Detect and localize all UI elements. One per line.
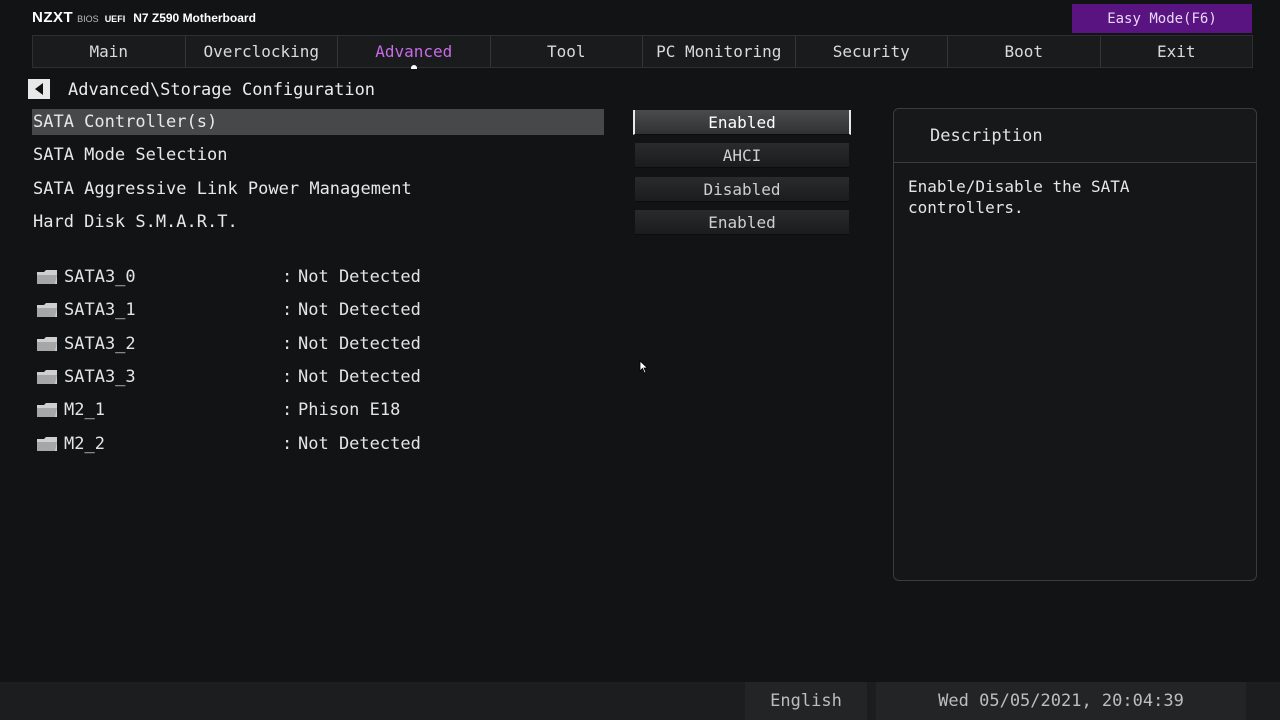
drive-row: SATA3_1 : Not Detected: [36, 298, 421, 322]
drive-name: SATA3_0: [64, 267, 136, 287]
setting-sata-controllers[interactable]: SATA Controller(s): [32, 109, 604, 135]
breadcrumb: Advanced\Storage Configuration: [68, 80, 376, 100]
brand-header: NZXT BIOS UEFI N7 Z590 Motherboard: [32, 9, 256, 27]
tab-advanced[interactable]: Advanced: [338, 36, 491, 69]
tab-tool[interactable]: Tool: [491, 36, 643, 67]
drive-row: M2_2 : Not Detected: [36, 432, 421, 456]
setting-sata-mode-selection[interactable]: SATA Mode Selection: [32, 142, 604, 168]
folder-icon: [36, 436, 58, 452]
drive-name: SATA3_2: [64, 334, 136, 354]
drive-separator: :: [282, 267, 293, 287]
tab-label: Main: [89, 42, 129, 61]
drive-name: SATA3_1: [64, 300, 136, 320]
tab-boot[interactable]: Boot: [948, 36, 1101, 67]
drive-separator: :: [282, 367, 293, 387]
main-tabs: Main Overclocking Advanced Tool PC Monit…: [32, 35, 1253, 69]
folder-icon: [36, 269, 58, 285]
folder-icon: [36, 336, 58, 352]
tab-security[interactable]: Security: [796, 36, 948, 67]
uefi-label: UEFI: [104, 14, 126, 24]
setting-sata-aggressive-link-power[interactable]: SATA Aggressive Link Power Management: [32, 176, 604, 202]
tab-label: PC Monitoring: [656, 42, 782, 61]
tab-label: Overclocking: [203, 42, 320, 61]
tab-overclocking[interactable]: Overclocking: [186, 36, 338, 67]
drive-name: M2_2: [64, 434, 105, 454]
active-tab-indicator: [410, 65, 417, 69]
setting-label: SATA Controller(s): [33, 112, 218, 132]
drive-separator: :: [282, 334, 293, 354]
sata-mode-value-button[interactable]: AHCI: [635, 143, 849, 168]
back-button[interactable]: [28, 79, 50, 99]
description-title: Description: [894, 109, 1256, 163]
motherboard-model: N7 Z590 Motherboard: [133, 11, 256, 25]
drive-status: Not Detected: [298, 334, 421, 354]
folder-icon: [36, 369, 58, 385]
folder-icon: [36, 302, 58, 318]
drive-name: SATA3_3: [64, 367, 136, 387]
tab-label: Exit: [1156, 42, 1196, 61]
drive-separator: :: [282, 300, 293, 320]
folder-icon: [36, 402, 58, 418]
drive-row: SATA3_3 : Not Detected: [36, 365, 421, 389]
tab-label: Tool: [546, 42, 586, 61]
back-arrow-icon: [35, 83, 43, 95]
drive-status: Not Detected: [298, 267, 421, 287]
setting-label: SATA Mode Selection: [33, 145, 228, 165]
tab-main[interactable]: Main: [33, 36, 186, 67]
drive-status: Not Detected: [298, 367, 421, 387]
tab-label: Advanced: [375, 42, 453, 61]
mouse-cursor-icon: [639, 359, 649, 378]
tab-label: Security: [832, 42, 910, 61]
status-bar: English Wed 05/05/2021, 20:04:39: [0, 682, 1280, 720]
drive-separator: :: [282, 434, 293, 454]
bios-label: BIOS: [77, 14, 99, 24]
drive-status: Phison E18: [298, 400, 401, 420]
drive-row: M2_1 : Phison E18: [36, 398, 400, 422]
drive-name: M2_1: [64, 400, 105, 420]
drive-status: Not Detected: [298, 434, 421, 454]
hdd-smart-value-button[interactable]: Enabled: [635, 210, 849, 235]
tab-pc-monitoring[interactable]: PC Monitoring: [643, 36, 796, 67]
tab-exit[interactable]: Exit: [1101, 36, 1253, 67]
description-text: Enable/Disable the SATA controllers.: [908, 177, 1130, 217]
language-selector[interactable]: English: [745, 682, 867, 720]
tab-label: Boot: [1004, 42, 1044, 61]
drive-row: SATA3_2 : Not Detected: [36, 332, 421, 356]
drive-status: Not Detected: [298, 300, 421, 320]
nzxt-logo: NZXT: [32, 9, 74, 26]
sata-alpm-value-button[interactable]: Disabled: [635, 177, 849, 202]
drive-separator: :: [282, 400, 293, 420]
drive-row: SATA3_0 : Not Detected: [36, 265, 421, 289]
setting-label: SATA Aggressive Link Power Management: [33, 179, 412, 199]
setting-label: Hard Disk S.M.A.R.T.: [33, 212, 238, 232]
description-panel: Description Enable/Disable the SATA cont…: [893, 108, 1257, 581]
datetime-display[interactable]: Wed 05/05/2021, 20:04:39: [876, 682, 1246, 720]
sata-controllers-value-button[interactable]: Enabled: [633, 110, 851, 135]
bios-screen: NZXT BIOS UEFI N7 Z590 Motherboard Easy …: [0, 0, 1280, 720]
setting-hard-disk-smart[interactable]: Hard Disk S.M.A.R.T.: [32, 209, 604, 235]
easy-mode-button[interactable]: Easy Mode(F6): [1072, 4, 1252, 33]
